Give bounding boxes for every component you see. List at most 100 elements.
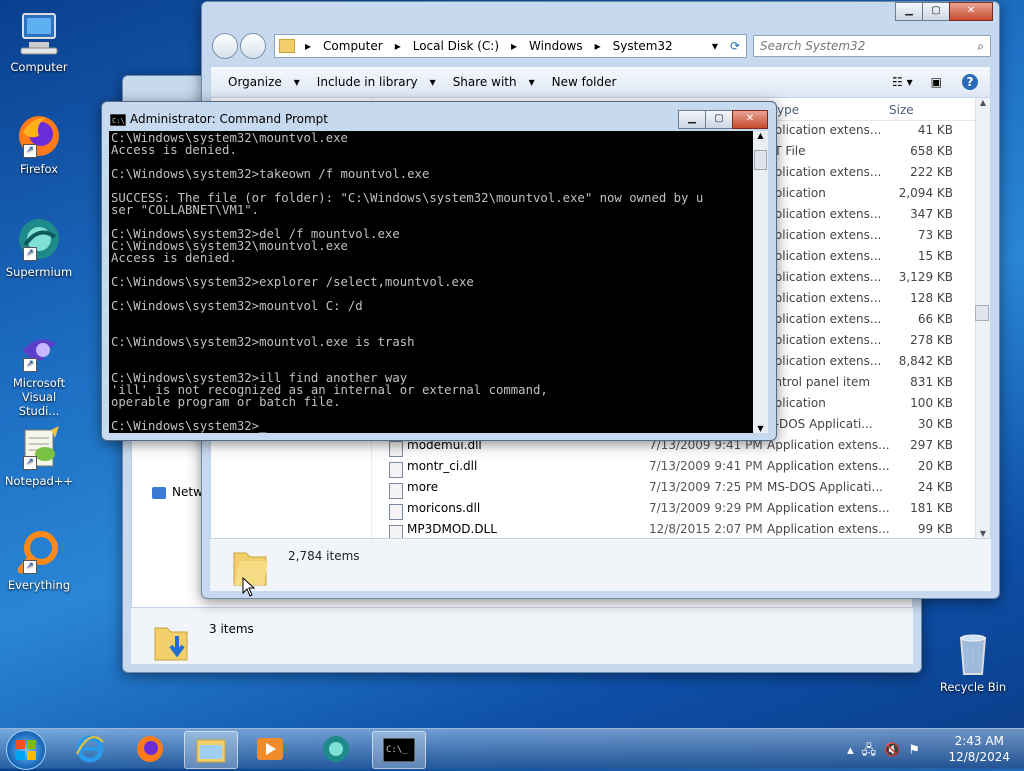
file-type: MS-DOS Applicati... (767, 480, 883, 494)
view-options-icon[interactable]: ☷ ▾ (892, 75, 913, 89)
desktop-icon-firefox[interactable]: ↗ Firefox (4, 112, 74, 176)
file-name: moricons.dll (407, 501, 481, 515)
console-output-area[interactable]: C:\Windows\system32\mountvol.exe Access … (109, 131, 753, 433)
desktop-icon-everything[interactable]: ↗ Everything (4, 528, 74, 592)
file-type: Application extens... (767, 522, 890, 536)
shortcut-arrow-icon: ↗ (23, 456, 37, 470)
file-size: 24 KB (917, 480, 953, 494)
preview-pane-icon[interactable]: ▣ (931, 75, 942, 89)
column-type[interactable]: ype (777, 103, 799, 117)
breadcrumb-system32[interactable]: System32 (613, 39, 673, 53)
column-size[interactable]: Size (889, 103, 914, 117)
scrollbar-thumb[interactable] (975, 305, 989, 321)
forward-button[interactable] (240, 33, 266, 59)
shortcut-arrow-icon: ↗ (23, 560, 37, 574)
breadcrumb-windows[interactable]: Windows (529, 39, 583, 53)
organize-button[interactable]: Organize (228, 75, 282, 89)
file-date: 7/13/2009 9:29 PM (649, 501, 763, 515)
show-hidden-icons-icon[interactable]: ▴ (847, 743, 862, 758)
taskbar-command-prompt[interactable]: C:\_ (372, 731, 426, 769)
status-bar: 2,784 items (210, 538, 991, 591)
scroll-down-icon[interactable]: ▼ (753, 424, 768, 433)
minimize-button[interactable]: ▁ (895, 2, 923, 21)
help-icon[interactable]: ? (962, 74, 978, 90)
file-icon (389, 441, 403, 457)
file-size: 831 KB (910, 375, 953, 389)
file-type: ontrol panel item (767, 375, 871, 389)
folder-download-icon (154, 627, 188, 661)
scroll-up-icon[interactable]: ▲ (753, 131, 768, 140)
file-type: pplication extens... (767, 228, 882, 242)
taskbar-supermium[interactable] (310, 731, 362, 767)
taskbar-internet-explorer[interactable] (64, 731, 116, 767)
internet-explorer-icon (76, 735, 104, 763)
desktop-icon-visual-studio[interactable]: ↗ Microsoft Visual Studi... (4, 326, 74, 418)
desktop-icon-recycle-bin[interactable]: Recycle Bin (938, 630, 1008, 694)
taskbar-file-explorer[interactable] (184, 731, 238, 769)
include-in-library-button[interactable]: Include in library (317, 75, 418, 89)
refresh-icon[interactable]: ⟳ (730, 39, 740, 53)
table-row[interactable]: more 7/13/2009 7:25 PM MS-DOS Applicati...… (211, 480, 976, 501)
notepadpp-icon: ↗ (15, 424, 63, 472)
network-icon[interactable]: 🖧 (862, 743, 885, 758)
file-size: 3,129 KB (898, 270, 953, 284)
file-size: 222 KB (910, 165, 953, 179)
minimize-button[interactable]: ▁ (678, 110, 706, 129)
scroll-down-icon[interactable]: ▼ (976, 529, 990, 538)
maximize-button[interactable]: ▢ (705, 110, 733, 129)
desktop-icon-computer[interactable]: Computer (4, 10, 74, 74)
close-button[interactable]: ✕ (949, 2, 993, 21)
clock-time: 2:43 AM (954, 734, 1004, 748)
file-size: 658 KB (910, 144, 953, 158)
status-bar: 3 items (131, 608, 913, 664)
network-icon (152, 486, 166, 499)
breadcrumb-local-disk[interactable]: Local Disk (C:) (413, 39, 499, 53)
maximize-button[interactable]: ▢ (922, 2, 950, 21)
taskbar-firefox[interactable] (124, 731, 176, 767)
folder-icon (196, 739, 226, 763)
desktop-icon-label: Computer (10, 60, 68, 74)
breadcrumb[interactable]: ▸ Computer ▸ Local Disk (C:) ▸ Windows ▸ Sys… (274, 34, 747, 58)
scroll-up-icon[interactable]: ▲ (976, 98, 990, 107)
desktop-icon-notepadpp[interactable]: ↗ Notepad++ (4, 424, 74, 488)
svg-text:C:\_: C:\_ (386, 745, 408, 755)
table-row[interactable]: moricons.dll 7/13/2009 9:29 PM Application… (211, 501, 976, 522)
file-size: 100 KB (910, 396, 953, 410)
volume-muted-icon[interactable]: 🔇 (884, 743, 908, 758)
back-button[interactable] (212, 33, 238, 59)
desktop-icon-label: Everything (7, 578, 71, 592)
close-button[interactable]: ✕ (732, 110, 768, 129)
file-date: 7/13/2009 9:41 PM (649, 459, 763, 473)
file-size: 66 KB (917, 312, 953, 326)
desktop-icon-supermium[interactable]: ↗ Supermium (4, 215, 74, 279)
search-input[interactable]: Search System32 ⌕ (753, 35, 991, 57)
address-bar: ▸ Computer ▸ Local Disk (C:) ▸ Windows ▸ Sys… (212, 33, 991, 59)
file-size: 297 KB (910, 438, 953, 452)
window-controls: ▁ ▢ ✕ (895, 2, 993, 21)
taskbar-clock[interactable]: 2:43 AM 12/8/2024 (948, 733, 1010, 765)
share-with-button[interactable]: Share with (453, 75, 517, 89)
command-prompt-window[interactable]: C:\ Administrator: Command Prompt ▁ ▢ ✕ … (101, 101, 777, 441)
start-button[interactable] (6, 730, 46, 770)
file-size: 8,842 KB (898, 354, 953, 368)
table-row[interactable]: modemui.dll 7/13/2009 9:41 PM Application … (211, 438, 976, 459)
file-type: pplication extens... (767, 165, 882, 179)
console-text: C:\Windows\system32\mountvol.exe Access … (111, 131, 704, 433)
clock-date: 12/8/2024 (948, 750, 1010, 764)
file-name: more (407, 480, 439, 494)
shortcut-arrow-icon: ↗ (23, 358, 37, 372)
new-folder-button[interactable]: New folder (552, 75, 617, 89)
console-scrollbar[interactable]: ▲ ▼ (753, 131, 768, 433)
taskbar-media-player[interactable] (244, 731, 296, 767)
scrollbar-thumb[interactable] (754, 150, 767, 170)
table-row[interactable]: montr_ci.dll 7/13/2009 9:41 PM Application… (211, 459, 976, 480)
breadcrumb-computer[interactable]: Computer (323, 39, 383, 53)
file-type: pplication extens... (767, 333, 882, 347)
desktop-icon-label: Microsoft Visual Studi... (12, 376, 66, 418)
dropdown-icon[interactable]: ▾ (712, 39, 718, 53)
file-type: Application extens... (767, 459, 890, 473)
file-type: pplication extens... (767, 270, 882, 284)
firefox-icon: ↗ (15, 112, 63, 160)
action-center-flag-icon[interactable]: ⚑ (908, 743, 928, 758)
vertical-scrollbar[interactable]: ▲ ▼ (975, 98, 990, 538)
